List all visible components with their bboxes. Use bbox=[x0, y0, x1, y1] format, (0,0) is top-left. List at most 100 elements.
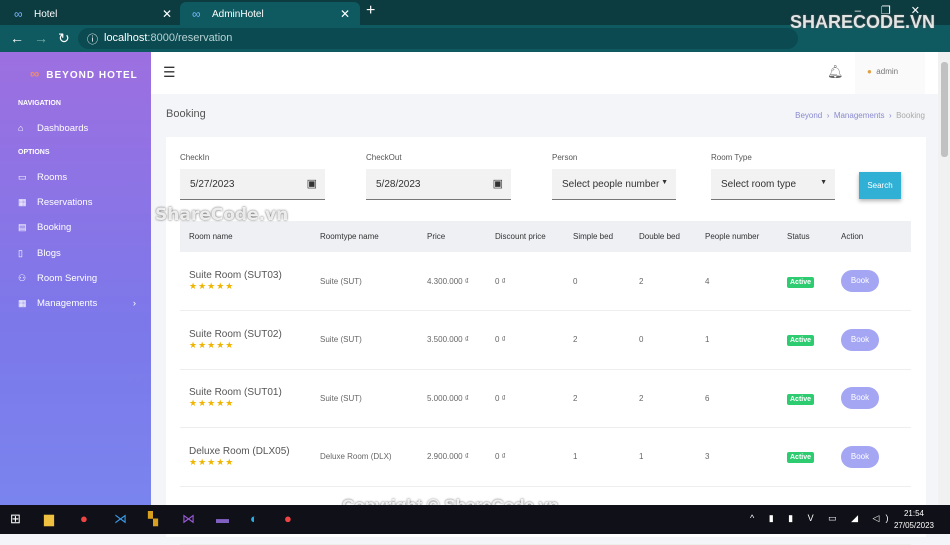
date: 27/05/2023 bbox=[893, 521, 934, 530]
double-cell: 1 bbox=[630, 427, 696, 487]
bell-icon[interactable]: 🔔︎ bbox=[827, 64, 844, 80]
sidebar-item-booking[interactable]: ▤ Booking bbox=[18, 222, 136, 233]
close-tab-icon[interactable]: ✕ bbox=[340, 7, 350, 21]
user-name: admin bbox=[876, 67, 899, 76]
menu-toggle-icon[interactable]: ☰ bbox=[163, 64, 176, 81]
info-icon: ⓘ bbox=[87, 34, 98, 46]
url-input[interactable]: ⓘ localhost:8000/reservation bbox=[78, 28, 798, 49]
column-header: Price bbox=[418, 221, 486, 252]
column-header: Roomtype name bbox=[311, 221, 418, 252]
checkin-date-input[interactable]: 5/27/2023 ▣ bbox=[180, 169, 325, 200]
action-cell: Book bbox=[832, 369, 911, 428]
reload-icon[interactable]: ↻ bbox=[58, 30, 70, 47]
action-cell: Book bbox=[832, 252, 911, 311]
caret-down-icon: ▼ bbox=[820, 179, 827, 186]
calendar-icon[interactable]: ▣ bbox=[493, 177, 503, 190]
page-title: Booking bbox=[166, 108, 206, 120]
book-button[interactable]: Book bbox=[841, 270, 879, 292]
status-badge: Active bbox=[787, 276, 815, 288]
users-icon: ⚇ bbox=[18, 273, 27, 283]
calendar-icon: ▦ bbox=[18, 197, 27, 207]
brand[interactable]: ∞ BEYOND HOTEL bbox=[30, 66, 138, 81]
table-row: Suite Room (SUT01) ★★★★★ Suite (SUT) 5.000.… bbox=[180, 369, 911, 428]
calendar-icon[interactable]: ▣ bbox=[307, 177, 317, 190]
chrome-icon[interactable]: ● bbox=[80, 511, 88, 526]
tab-adminhotel[interactable]: ∞ AdminHotel ✕ bbox=[180, 2, 360, 25]
windows-start-icon[interactable]: ⊞ bbox=[10, 511, 21, 527]
type-cell: Suite (SUT) bbox=[311, 252, 418, 311]
tab-hotel[interactable]: ∞ Hotel ✕ bbox=[2, 2, 182, 25]
watermark-logo: SHARECODE.VN bbox=[790, 12, 936, 32]
room-name: Deluxe Room (DLX05) bbox=[189, 445, 290, 457]
column-header: Status bbox=[778, 221, 832, 252]
person-label: Person bbox=[552, 153, 578, 162]
site-logo-icon: ∞ bbox=[192, 7, 201, 21]
type-cell: Suite (SUT) bbox=[311, 310, 418, 370]
sidebar-item-blogs[interactable]: ▯ Blogs bbox=[18, 248, 136, 259]
navigation-header: NAVIGATION bbox=[18, 100, 61, 107]
room-name-cell: Deluxe Room (DLX05) ★★★★★ bbox=[180, 427, 311, 487]
people-cell: 6 bbox=[696, 369, 778, 428]
room-name: Suite Room (SUT03) bbox=[189, 270, 282, 281]
taskbar: ⊞ ▆ ● ⋊ ▚ ⋈ ▬ ◐ ● ^ ▮ ▮ V ▭ ◢ ◁) 21:54 27… bbox=[0, 505, 950, 534]
book-button[interactable]: Book bbox=[841, 328, 879, 351]
user-menu[interactable]: ● admin bbox=[855, 52, 925, 94]
close-tab-icon[interactable]: ✕ bbox=[162, 7, 172, 21]
url-host: localhost bbox=[104, 32, 148, 44]
breadcrumb-item[interactable]: Beyond bbox=[795, 111, 822, 120]
type-cell: Deluxe Room (DLX) bbox=[311, 427, 418, 487]
sidebar-item-reservations[interactable]: ▦ Reservations bbox=[18, 197, 136, 208]
room-name-cell: Suite Room (SUT02) ★★★★★ bbox=[180, 310, 311, 370]
column-header: Simple bed bbox=[564, 221, 630, 252]
sidebar-item-rooms[interactable]: ▭ Rooms bbox=[18, 172, 136, 183]
rating-stars: ★★★★★ bbox=[189, 281, 235, 291]
site-logo-icon: ∞ bbox=[14, 7, 23, 21]
sidebar-item-room-serving[interactable]: ⚇ Room Serving bbox=[18, 273, 136, 284]
url-path: :8000/reservation bbox=[147, 32, 233, 44]
sidebar-item-dashboards[interactable]: ⌂ Dashboards bbox=[18, 123, 136, 134]
roomtype-select[interactable]: Select room type ▼ bbox=[711, 169, 835, 200]
sidebar-item-label: Room Serving bbox=[37, 273, 98, 284]
discount-cell: 0 ₫ bbox=[486, 310, 564, 370]
book-button[interactable]: Book bbox=[841, 387, 879, 410]
forward-icon[interactable]: → bbox=[34, 30, 48, 46]
chrome-icon[interactable]: ● bbox=[284, 511, 292, 526]
app-icon[interactable]: ▚ bbox=[148, 511, 158, 527]
vscode-icon[interactable]: ⋊ bbox=[114, 511, 127, 527]
sidebar-item-label: Rooms bbox=[37, 172, 68, 183]
back-icon[interactable]: ← bbox=[10, 30, 24, 46]
person-select[interactable]: Select people number ▼ bbox=[552, 169, 676, 200]
file-explorer-icon[interactable]: ▆ bbox=[44, 511, 54, 527]
sidebar-item-label: Reservations bbox=[37, 197, 93, 208]
search-button[interactable]: Search bbox=[859, 172, 901, 199]
sidebar-item-label: Dashboards bbox=[37, 123, 89, 134]
room-name-cell: Suite Room (SUT01) ★★★★★ bbox=[180, 369, 311, 428]
breadcrumb-item[interactable]: Managements bbox=[834, 111, 885, 120]
clock[interactable]: 21:54 27/05/2023 bbox=[894, 508, 934, 532]
sidebar-item-managements[interactable]: ▦ Managements › bbox=[18, 298, 136, 309]
brand-name: BEYOND HOTEL bbox=[46, 70, 138, 81]
table-row: Suite Room (SUT02) ★★★★★ Suite (SUT) 3.500.… bbox=[180, 310, 911, 370]
column-header: People number bbox=[696, 221, 778, 252]
breadcrumb-current: Booking bbox=[896, 111, 925, 120]
roomtype-placeholder: Select room type bbox=[721, 179, 797, 190]
checkout-date-input[interactable]: 5/28/2023 ▣ bbox=[366, 169, 511, 200]
watermark-text: ShareCode.vn bbox=[155, 205, 289, 225]
rating-stars: ★★★★★ bbox=[189, 398, 235, 409]
sidebar: ∞ BEYOND HOTEL NAVIGATION ⌂ Dashboards OPT… bbox=[0, 52, 151, 505]
system-tray[interactable]: ^ ▮ ▮ V ▭ ◢ ◁) bbox=[750, 513, 894, 524]
tab-label: AdminHotel bbox=[212, 9, 264, 20]
new-tab-button[interactable]: + bbox=[366, 2, 375, 20]
people-cell: 1 bbox=[696, 310, 778, 370]
page-scrollbar[interactable] bbox=[938, 52, 950, 505]
checkout-value: 5/28/2023 bbox=[376, 179, 421, 190]
edge-icon[interactable]: ◐ bbox=[250, 511, 258, 526]
app-icon[interactable]: ▬ bbox=[216, 511, 229, 526]
visual-studio-icon[interactable]: ⋈ bbox=[182, 511, 195, 527]
sidebar-item-label: Booking bbox=[37, 222, 72, 233]
breadcrumb: Beyond › Managements › Booking bbox=[795, 111, 925, 120]
scrollbar-thumb[interactable] bbox=[941, 62, 948, 157]
brand-logo-icon: ∞ bbox=[30, 66, 41, 81]
rating-stars: ★★★★★ bbox=[189, 456, 235, 467]
book-button[interactable]: Book bbox=[841, 445, 879, 468]
